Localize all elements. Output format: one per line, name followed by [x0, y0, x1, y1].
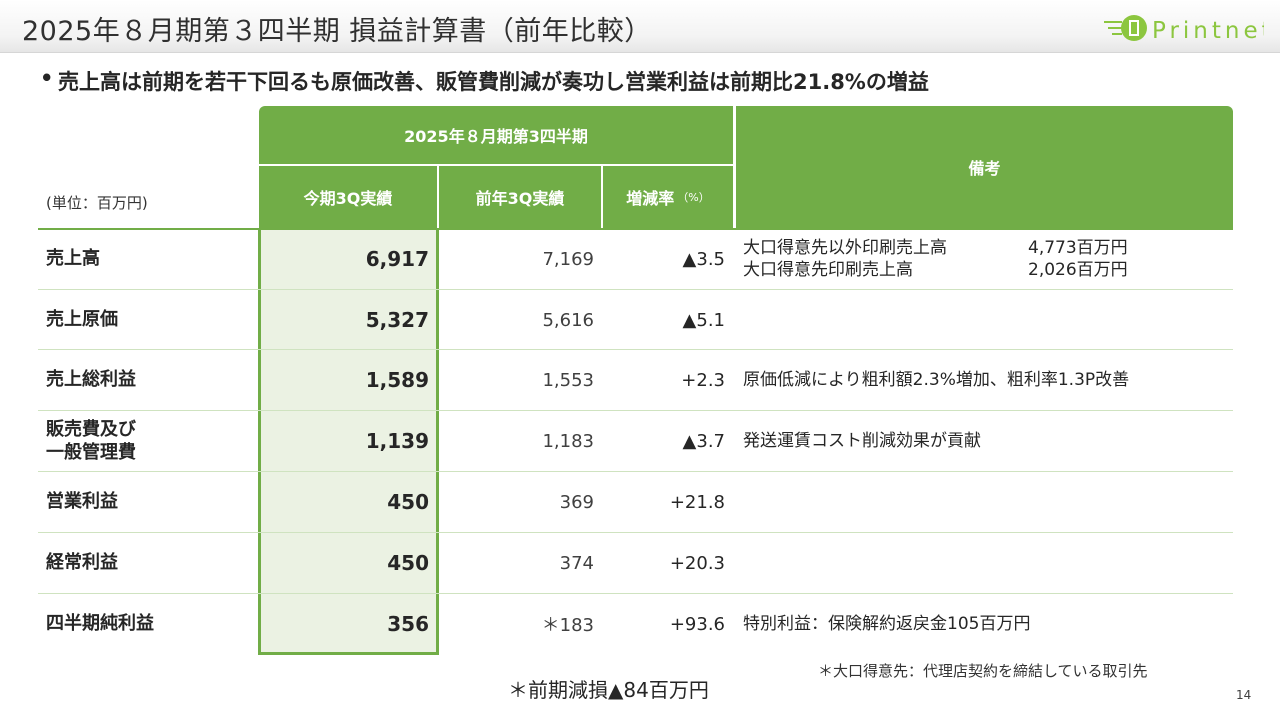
- current-value: 1,589: [365, 368, 429, 392]
- table-row: 売上原価 5,327 5,616 ▲5.1: [38, 290, 1233, 350]
- current-value: 1,139: [365, 429, 429, 453]
- change-rate: ▲3.5: [682, 248, 725, 270]
- remark: [743, 533, 1233, 593]
- remark: [743, 290, 1233, 350]
- headline: • 売上高は前期を若干下回るも原価改善、販管費削減が奏功し営業利益は前期比21.…: [40, 66, 929, 96]
- previous-value: 374: [559, 552, 594, 574]
- speed-lines-icon: [1104, 21, 1122, 35]
- row-label: 売上高: [46, 248, 100, 270]
- row-label: 販売費及び 一般管理費: [46, 411, 261, 471]
- printnet-logo: Printnet: [1104, 15, 1264, 44]
- page-number: 14: [1236, 688, 1252, 702]
- table-row: 売上高 6,917 7,169 ▲3.5 大口得意先以外印刷売上高 4,773百万…: [38, 229, 1233, 289]
- bullet: •: [40, 66, 54, 90]
- previous-value: 369: [559, 491, 594, 513]
- previous-value: 1,183: [542, 430, 594, 452]
- group-header: 2025年８月期第3四半期: [259, 106, 733, 164]
- remark: 発送運賃コスト削減効果が貢献: [743, 430, 981, 451]
- col-header-rate: 増減率 （%）: [603, 166, 733, 228]
- rate-label: 増減率: [626, 189, 675, 208]
- remark-value: 2,026百万円: [1028, 260, 1128, 280]
- change-rate: +20.3: [669, 552, 725, 574]
- previous-value: 5,616: [542, 309, 594, 331]
- logo-text: Printnet: [1152, 18, 1264, 44]
- slide-title: 2025年８月期第３四半期 損益計算書（前年比較）: [22, 16, 652, 47]
- col-header-previous: 前年3Q実績: [439, 166, 601, 228]
- remark: 大口得意先以外印刷売上高 4,773百万円 大口得意先印刷売上高 2,026百万円: [743, 229, 1233, 289]
- remarks-header: 備考: [736, 106, 1233, 228]
- row-label-line: 販売費及び: [46, 418, 136, 440]
- unit-label: (単位：百万円): [46, 194, 148, 212]
- footnote-definition: ＊大口得意先：代理店契約を締結している取引先: [818, 662, 1148, 680]
- change-rate: +21.8: [669, 491, 725, 513]
- change-rate: +2.3: [681, 369, 725, 391]
- current-value: 5,327: [365, 308, 429, 332]
- row-label: 経常利益: [46, 552, 118, 574]
- change-rate: ▲3.7: [682, 430, 725, 452]
- headline-text: 売上高は前期を若干下回るも原価改善、販管費削減が奏功し営業利益は前期比21.8%…: [58, 70, 929, 94]
- row-label-line: 一般管理費: [46, 442, 136, 463]
- remark: 原価低減により粗利額2.3%増加、粗利率1.3P改善: [743, 369, 1130, 390]
- remark: 特別利益：保険解約返戻金105百万円: [743, 613, 1031, 634]
- table-row: 四半期純利益 356 ＊183 +93.6 特別利益：保険解約返戻金105百万円: [38, 594, 1233, 654]
- previous-value: 7,169: [542, 248, 594, 270]
- row-label: 売上原価: [46, 309, 118, 331]
- current-value: 450: [387, 490, 429, 514]
- current-value: 6,917: [365, 247, 429, 271]
- row-label: 営業利益: [46, 491, 118, 513]
- current-value: 450: [387, 551, 429, 575]
- remark-label: 大口得意先以外印刷売上高: [743, 237, 947, 258]
- row-label: 売上総利益: [46, 369, 136, 391]
- change-rate: +93.6: [669, 613, 725, 635]
- remark-value: 4,773百万円: [1028, 237, 1128, 258]
- col-header-current: 今期3Q実績: [259, 166, 437, 228]
- current-value: 356: [387, 612, 429, 636]
- rate-unit: （%）: [677, 191, 710, 204]
- previous-value: 1,553: [542, 369, 594, 391]
- footnote-impairment: ＊前期減損▲84百万円: [508, 678, 709, 702]
- remark: [743, 472, 1233, 532]
- remark-label: 大口得意先印刷売上高: [743, 260, 913, 280]
- table-row: 売上総利益 1,589 1,553 +2.3 原価低減により粗利額2.3%増加、…: [38, 350, 1233, 410]
- table-row: 販売費及び 一般管理費 1,139 1,183 ▲3.7 発送運賃コスト削減効果…: [38, 411, 1233, 471]
- row-label: 四半期純利益: [46, 613, 154, 635]
- change-rate: ▲5.1: [682, 309, 725, 331]
- previous-value: ＊183: [541, 615, 594, 636]
- table-row: 経常利益 450 374 +20.3: [38, 533, 1233, 593]
- table-row: 営業利益 450 369 +21.8: [38, 472, 1233, 532]
